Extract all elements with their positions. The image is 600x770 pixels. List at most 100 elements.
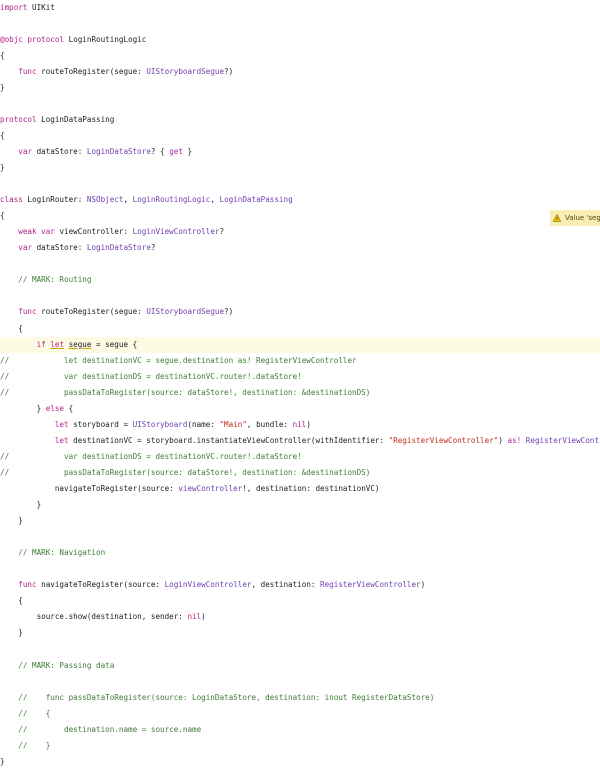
code-line[interactable]: func navigateToRegister(source: LoginVie… — [0, 577, 600, 593]
code-token: ?) — [224, 66, 234, 76]
code-line[interactable]: // MARK: Navigation — [0, 545, 600, 561]
code-line[interactable]: } — [0, 625, 600, 641]
code-token: func — [0, 580, 37, 590]
code-token: , — [123, 195, 133, 205]
code-line[interactable]: // passDataToRegister(source: dataStore!… — [0, 465, 600, 481]
code-token: } — [0, 756, 5, 766]
code-token: ) — [498, 435, 508, 445]
code-line[interactable]: import UIKit — [0, 0, 600, 16]
code-token: LoginRoutingLogic — [132, 195, 211, 205]
code-token: } — [182, 146, 193, 156]
code-line[interactable]: let storyboard = UIStoryboard(name: "Mai… — [0, 417, 600, 433]
code-line[interactable] — [0, 16, 600, 32]
code-line[interactable]: func routeToRegister(segue: UIStoryboard… — [0, 304, 600, 320]
code-line[interactable]: { — [0, 128, 600, 144]
code-token: else — [45, 403, 65, 413]
code-token: // passDataToRegister(source: dataStore!… — [0, 387, 371, 397]
code-token: routeToRegister(segue: — [36, 66, 147, 76]
code-line[interactable]: // } — [0, 738, 600, 754]
code-token: // { — [0, 708, 51, 718]
code-line[interactable] — [0, 256, 600, 272]
code-token: func — [0, 66, 37, 76]
code-token: ? { — [150, 146, 170, 156]
code-line[interactable]: if let segue = segue { — [0, 336, 600, 353]
code-line[interactable] — [0, 96, 600, 112]
code-token: storyboard = — [68, 419, 133, 429]
code-token: // passDataToRegister(source: dataStore!… — [0, 467, 371, 477]
code-line[interactable]: { — [0, 321, 600, 337]
code-line[interactable]: protocol LoginDataPassing — [0, 112, 600, 128]
code-line[interactable]: { — [0, 208, 600, 224]
code-line[interactable]: } — [0, 497, 600, 513]
code-token: } — [0, 500, 42, 510]
code-line[interactable]: source.show(destination, sender: nil) — [0, 609, 600, 625]
code-line[interactable]: // destination.name = source.name — [0, 722, 600, 738]
code-token: RegisterViewController — [320, 580, 421, 590]
code-token: // func passDataToRegister(source: Login… — [0, 692, 435, 702]
code-token: , — [210, 195, 220, 205]
code-line[interactable]: // MARK: Routing — [0, 272, 600, 288]
code-line[interactable]: } — [0, 754, 600, 770]
code-line[interactable]: class LoginRouter: NSObject, LoginRoutin… — [0, 192, 600, 208]
code-line[interactable] — [0, 642, 600, 658]
code-line[interactable]: } — [0, 513, 600, 529]
code-token: } — [0, 82, 5, 92]
code-token: } — [0, 628, 23, 638]
code-token: , destination: — [251, 580, 321, 590]
code-line[interactable]: var dataStore: LoginDataStore? { get } — [0, 144, 600, 160]
code-token: } — [0, 163, 5, 172]
code-token: class — [0, 195, 23, 205]
code-line[interactable]: // passDataToRegister(source: dataStore!… — [0, 385, 600, 401]
code-token: // MARK: Navigation — [0, 548, 106, 558]
code-token: LoginDataPassing — [219, 195, 293, 205]
code-token: get — [169, 146, 183, 156]
code-token: // } — [0, 740, 51, 750]
code-line[interactable]: } — [0, 80, 600, 96]
code-token: ) — [420, 580, 426, 590]
code-line[interactable]: navigateToRegister(source: viewControlle… — [0, 481, 600, 497]
code-line[interactable]: // let destinationVC = segue.destination… — [0, 353, 600, 369]
code-token: func — [0, 307, 37, 317]
code-line[interactable]: } — [0, 160, 600, 176]
code-token: } — [0, 516, 23, 526]
code-token: if — [0, 339, 51, 349]
warning-badge[interactable]: Value 'seg — [550, 210, 600, 226]
code-line[interactable]: } else { — [0, 401, 600, 417]
code-line[interactable]: @objc protocol LoginRoutingLogic — [0, 32, 600, 48]
code-token: // var destinationDS = destinationVC.rou… — [0, 371, 302, 381]
code-line[interactable]: var dataStore: LoginDataStore? — [0, 240, 600, 256]
code-token: NSObject — [86, 195, 124, 205]
code-token: } — [0, 403, 46, 413]
code-line[interactable]: // { — [0, 706, 600, 722]
code-token: { — [0, 323, 23, 333]
code-line[interactable] — [0, 561, 600, 577]
code-line[interactable]: { — [0, 48, 600, 64]
code-token: LoginViewController — [164, 580, 252, 590]
code-token: LoginDataStore — [86, 146, 151, 156]
code-token: LoginRoutingLogic — [64, 34, 147, 44]
code-token: @objc protocol — [0, 34, 65, 44]
code-line[interactable]: // func passDataToRegister(source: Login… — [0, 690, 600, 706]
code-line[interactable] — [0, 674, 600, 690]
code-line[interactable] — [0, 176, 600, 192]
code-line[interactable] — [0, 288, 600, 304]
code-token: ? — [219, 227, 225, 237]
code-line[interactable]: func routeToRegister(segue: UIStoryboard… — [0, 64, 600, 80]
code-token: var — [0, 243, 33, 253]
code-line[interactable]: // var destinationDS = destinationVC.rou… — [0, 449, 600, 465]
code-line[interactable]: weak var viewController: LoginViewContro… — [0, 224, 600, 240]
code-editor[interactable]: import UIKit @objc protocol LoginRoutingL… — [0, 0, 600, 766]
code-token: viewController: — [54, 227, 133, 237]
code-line[interactable]: // var destinationDS = destinationVC.rou… — [0, 369, 600, 385]
code-token: let — [0, 419, 69, 429]
code-token: UIKit — [27, 2, 55, 12]
code-token: // let destinationVC = segue.destination… — [0, 355, 357, 365]
code-token: ) — [201, 612, 206, 622]
code-token: LoginViewController — [132, 227, 220, 237]
code-line[interactable]: { — [0, 593, 600, 609]
code-token: navigateToRegister(source: — [36, 580, 165, 590]
code-line[interactable]: let destinationVC = storyboard.instantia… — [0, 433, 600, 449]
code-line[interactable]: // MARK: Passing data — [0, 658, 600, 674]
code-token: LoginDataStore — [86, 243, 151, 253]
code-line[interactable] — [0, 529, 600, 545]
